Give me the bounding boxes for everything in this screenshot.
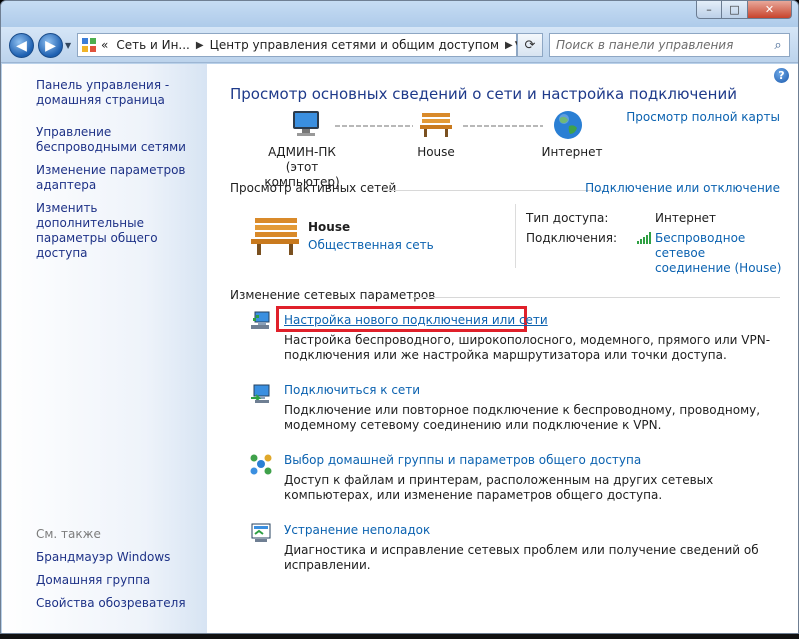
back-button[interactable]: ◀ <box>9 33 34 58</box>
refresh-button[interactable]: ⟳ <box>517 33 543 57</box>
sidebar-link-firewall[interactable]: Брандмауэр Windows <box>36 550 170 565</box>
divider <box>412 297 780 298</box>
breadcrumb-network-center[interactable]: Центр управления сетями и общим доступом <box>206 38 503 52</box>
internet-node-label: Интернет <box>541 145 603 159</box>
breadcrumb-separator-icon[interactable]: ▶ <box>194 40 206 51</box>
page-title: Просмотр основных сведений о сети и наст… <box>230 85 737 103</box>
search-input[interactable]: Поиск в панели управления ⌕ <box>549 33 790 57</box>
sidebar-link-wireless[interactable]: Управление беспроводными сетями <box>36 125 206 155</box>
sidebar-link-homegroup[interactable]: Домашняя группа <box>36 573 150 588</box>
bench-icon <box>419 110 453 142</box>
address-bar[interactable]: « Сеть и Ин... ▶ Центр управления сетями… <box>77 33 522 57</box>
new-connection-icon <box>249 308 273 332</box>
homegroup-icon <box>249 452 273 476</box>
full-map-link[interactable]: Просмотр полной карты <box>626 110 780 124</box>
title-bar[interactable]: – □ ✕ <box>1 1 798 27</box>
connections-label: Подключения: <box>526 231 618 245</box>
change-settings-heading: Изменение сетевых параметров <box>230 288 436 302</box>
task-new-connection-desc: Настройка беспроводного, широкополосного… <box>284 333 771 362</box>
see-also-heading: См. также <box>36 527 101 541</box>
computer-icon <box>289 109 323 143</box>
control-panel-icon <box>81 36 97 54</box>
caption-buttons: – □ ✕ <box>696 1 792 19</box>
breadcrumb-network[interactable]: Сеть и Ин... <box>112 38 194 52</box>
sidebar-link-home[interactable]: Панель управления - домашняя страница <box>36 78 186 108</box>
search-placeholder: Поиск в панели управления <box>556 38 734 52</box>
network-type-link[interactable]: Общественная сеть <box>308 238 434 252</box>
divider <box>515 204 516 268</box>
sidebar-link-internet-options[interactable]: Свойства обозревателя <box>36 596 186 611</box>
main-content: ? Просмотр основных сведений о сети и на… <box>207 64 798 633</box>
minimize-button[interactable]: – <box>696 1 722 19</box>
task-troubleshoot-link[interactable]: Устранение неполадок <box>284 523 430 538</box>
task-homegroup-link[interactable]: Выбор домашней группы и параметров общег… <box>284 453 641 468</box>
address-overflow-chevron[interactable]: « <box>97 38 112 52</box>
map-connector <box>335 125 413 127</box>
control-panel-window: – □ ✕ ◀ ▶ ▼ « Сеть и Ин... ▶ Центр управ… <box>0 0 799 634</box>
maximize-button[interactable]: □ <box>722 1 748 19</box>
connect-disconnect-link[interactable]: Подключение или отключение <box>585 181 780 195</box>
globe-icon <box>551 109 585 145</box>
forward-button[interactable]: ▶ <box>38 33 63 58</box>
computer-node-name: АДМИН-ПК <box>268 145 336 159</box>
wireless-connection-line2[interactable]: соединение (House) <box>655 261 798 276</box>
recent-pages-dropdown-icon[interactable]: ▼ <box>65 41 71 50</box>
sidebar-link-adapter[interactable]: Изменение параметров адаптера <box>36 163 186 193</box>
access-type-value: Интернет <box>655 211 717 225</box>
task-troubleshoot-desc: Диагностика и исправление сетевых пробле… <box>284 543 759 572</box>
divider <box>383 190 603 191</box>
desktop-edge <box>0 634 799 639</box>
help-icon[interactable]: ? <box>774 68 789 83</box>
network-node-name: House <box>417 145 455 159</box>
breadcrumb-separator-icon[interactable]: ▶ <box>503 40 515 51</box>
map-connector <box>463 125 543 127</box>
search-icon[interactable]: ⌕ <box>767 38 789 53</box>
troubleshoot-icon <box>249 521 273 545</box>
connect-to-network-icon <box>249 382 273 406</box>
task-connect-desc: Подключение или повторное подключение к … <box>284 403 761 432</box>
task-homegroup-desc: Доступ к файлам и принтерам, расположенн… <box>284 473 714 502</box>
task-new-connection-link[interactable]: Настройка нового подключения или сети <box>284 313 548 328</box>
sidebar: Панель управления - домашняя страница Уп… <box>2 64 207 633</box>
close-button[interactable]: ✕ <box>748 1 792 19</box>
wireless-connection-link[interactable]: Беспроводное сетевое соединение (House) <box>655 231 798 276</box>
active-network-name: House <box>308 220 351 234</box>
navigation-bar: ◀ ▶ ▼ « Сеть и Ин... ▶ Центр управления … <box>1 27 798 63</box>
active-networks-heading: Просмотр активных сетей <box>230 181 397 195</box>
sidebar-link-sharing[interactable]: Изменить дополнительные параметры общего… <box>36 201 201 261</box>
bench-icon <box>249 216 301 256</box>
wireless-connection-line1[interactable]: Беспроводное сетевое <box>655 231 798 261</box>
signal-strength-icon <box>637 232 651 244</box>
task-connect-link[interactable]: Подключиться к сети <box>284 383 420 398</box>
access-type-label: Тип доступа: <box>526 211 609 225</box>
